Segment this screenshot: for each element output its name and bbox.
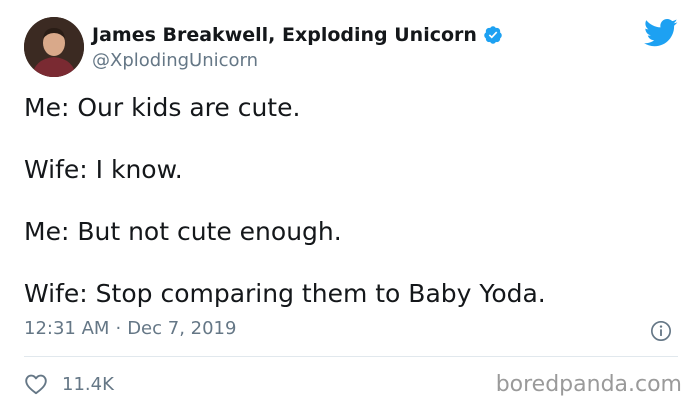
like-action[interactable]: 11.4K [24, 372, 114, 396]
tweet-timestamp[interactable]: 12:31 AM · Dec 7, 2019 [24, 318, 236, 339]
tweet-time: 12:31 AM [24, 318, 110, 339]
avatar-image [24, 17, 84, 77]
author-name-row[interactable]: James Breakwell, Exploding Unicorn [92, 22, 503, 48]
tweet-card: James Breakwell, Exploding Unicorn @Xplo… [0, 0, 700, 410]
tweet-line: Me: Our kids are cute. [24, 93, 301, 122]
like-count: 11.4K [62, 373, 114, 395]
author-display-name[interactable]: James Breakwell, Exploding Unicorn [92, 24, 477, 46]
divider [24, 356, 678, 357]
tweet-text: Me: Our kids are cute. Wife: I know. Me:… [24, 92, 674, 340]
tweet-line: Me: But not cute enough. [24, 217, 342, 246]
info-icon[interactable] [650, 320, 672, 342]
avatar[interactable] [24, 17, 84, 77]
watermark: boredpanda.com [495, 372, 682, 397]
tweet-date: Dec 7, 2019 [127, 318, 237, 339]
author-handle[interactable]: @XplodingUnicorn [92, 50, 258, 71]
tweet-line: Wife: Stop comparing them to Baby Yoda. [24, 279, 546, 308]
timestamp-separator: · [115, 318, 122, 339]
heart-icon[interactable] [24, 373, 48, 395]
twitter-bird-icon[interactable] [644, 18, 678, 48]
verified-badge-icon [484, 26, 502, 44]
tweet-line: Wife: I know. [24, 155, 183, 184]
